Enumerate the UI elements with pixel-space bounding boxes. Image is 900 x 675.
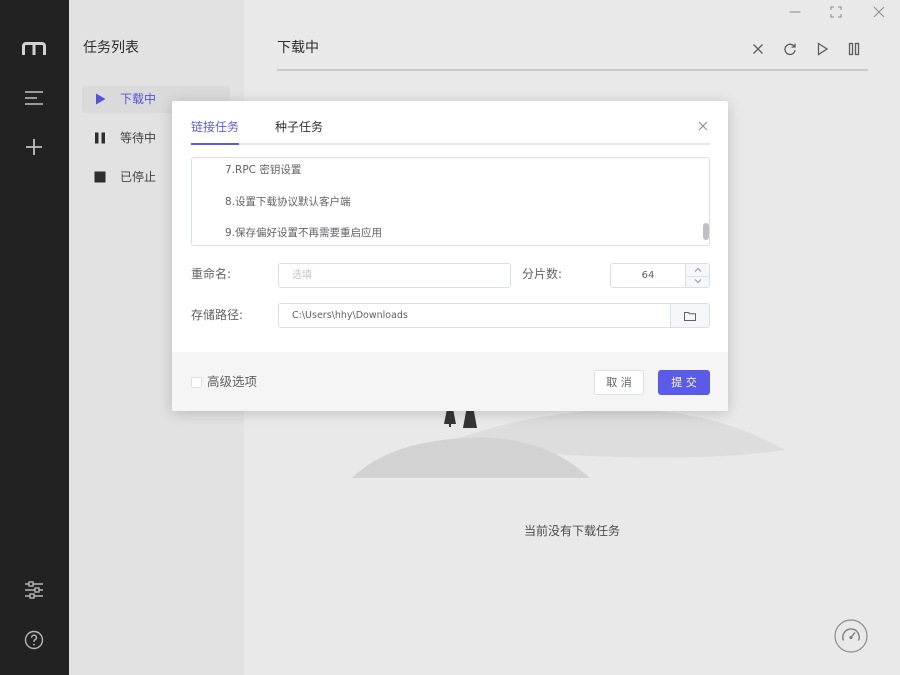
folder-icon — [684, 311, 696, 321]
rename-input[interactable] — [278, 263, 511, 288]
split-stepper — [610, 263, 710, 288]
submit-button[interactable]: 提 交 — [658, 370, 710, 395]
download-dir-label: 存储路径: — [191, 308, 244, 322]
tab-bar-divider — [191, 143, 710, 145]
uri-line: 9.保存偏好设置不再需要重启应用 — [225, 227, 383, 239]
uri-line: 7.RPC 密钥设置 — [225, 164, 302, 176]
uri-text-content: 7.RPC 密钥设置 8.设置下载协议默认客户端 9.保存偏好设置不再需要重启应… — [225, 158, 383, 245]
split-decrease-button[interactable] — [685, 275, 709, 287]
split-count-input[interactable] — [611, 264, 685, 287]
tab-uri-task[interactable]: 链接任务 — [191, 118, 239, 136]
dialog-close-button[interactable] — [698, 121, 708, 131]
uri-line: 8.设置下载协议默认客户端 — [225, 195, 351, 208]
tab-torrent-task[interactable]: 种子任务 — [275, 118, 323, 136]
cancel-button[interactable]: 取 消 — [594, 370, 644, 395]
rename-label: 重命名: — [191, 267, 232, 281]
chevron-down-icon — [694, 279, 701, 284]
uri-textarea[interactable]: 7.RPC 密钥设置 8.设置下载协议默认客户端 9.保存偏好设置不再需要重启应… — [191, 157, 710, 246]
split-increase-button[interactable] — [685, 264, 709, 276]
split-label: 分片数: — [522, 267, 563, 281]
advanced-options-checkbox[interactable] — [191, 377, 202, 388]
select-folder-button[interactable] — [671, 303, 710, 328]
dialog-footer: 高级选项 取 消 提 交 — [172, 352, 728, 411]
add-task-dialog: 链接任务 种子任务 7.RPC 密钥设置 8.设置下载协议默认客户端 9.保存偏… — [172, 101, 728, 411]
chevron-up-icon — [694, 268, 701, 273]
advanced-options-label: 高级选项 — [207, 374, 258, 389]
download-dir-input[interactable] — [278, 303, 671, 328]
advanced-options-toggle[interactable]: 高级选项 — [191, 373, 281, 391]
textarea-scrollbar-thumb[interactable] — [703, 223, 709, 240]
active-tab-indicator — [191, 143, 239, 145]
close-icon — [698, 121, 708, 131]
